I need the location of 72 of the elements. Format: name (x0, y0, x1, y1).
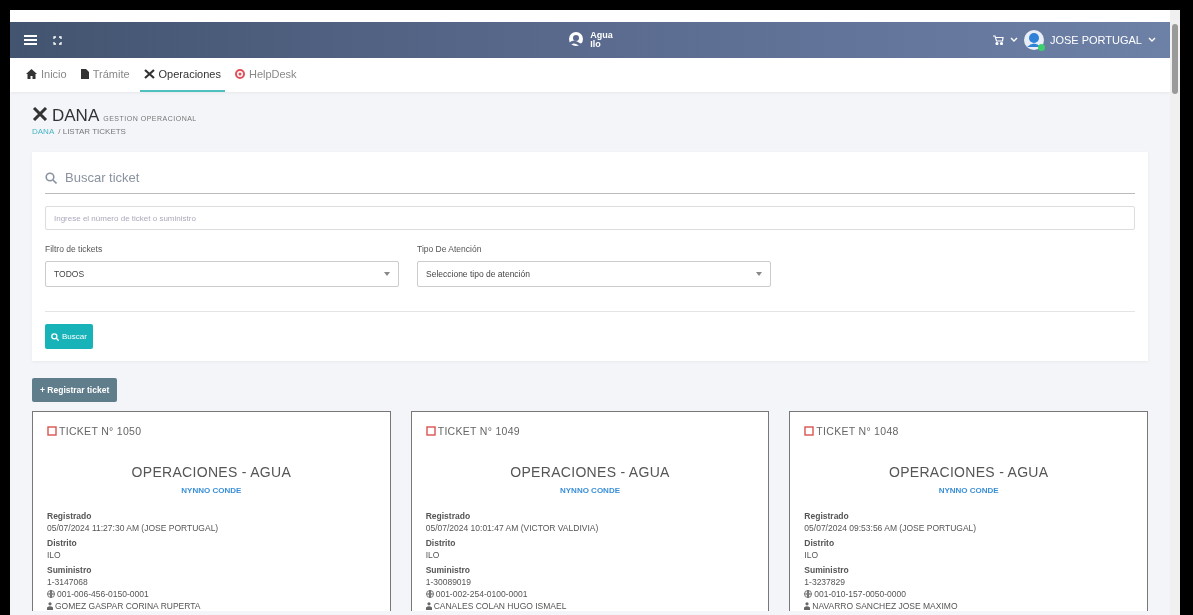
breadcrumb-link[interactable]: DANA (32, 127, 55, 136)
supply-code: 001-006-456-0150-0001 (57, 589, 149, 599)
menu-icon[interactable] (24, 35, 37, 45)
holder-name: GOMEZ GASPAR CORINA RUPERTA (55, 601, 201, 611)
square-icon (804, 426, 815, 436)
holder-name: NAVARRO SANCHEZ JOSE MAXIMO (812, 601, 958, 611)
search-heading: Buscar ticket (65, 170, 140, 185)
nav-tab[interactable]: Trámite (76, 58, 134, 92)
search-icon (51, 332, 59, 341)
nav-tab[interactable]: HelpDesk (230, 58, 301, 92)
search-button[interactable]: Buscar (45, 324, 93, 349)
ticket-area: OPERACIONES - AGUA (804, 464, 1133, 480)
ticket-assignee: NYNNO CONDE (937, 486, 1000, 495)
supply-code: 001-010-157-0050-0000 (814, 589, 907, 599)
field-value: 1-30089019 (425, 577, 473, 587)
fullscreen-icon[interactable] (53, 35, 62, 45)
home-icon (26, 69, 37, 79)
globe-icon (47, 590, 55, 598)
globe-icon (804, 590, 813, 598)
ticket-number: TICKET N° 1050 (59, 425, 142, 437)
person-icon (804, 602, 811, 610)
field-value: 05/07/2024 09:53:56 AM (JOSE PORTUGAL) (804, 523, 978, 533)
cart-icon[interactable] (992, 35, 1004, 45)
field-label: Distrito (804, 538, 836, 548)
field-value: 1-3237829 (804, 577, 846, 587)
field-label: Suministro (425, 565, 472, 575)
field-label: Suministro (804, 565, 850, 575)
chevron-down-icon[interactable] (1148, 37, 1156, 43)
holder-name: CANALES COLAN HUGO ISMAEL (433, 601, 567, 611)
field-label: Filtro de tickets (45, 244, 104, 254)
ticket-area: OPERACIONES - AGUA (425, 464, 755, 480)
field-value: ILO (425, 550, 441, 560)
logo-text: Agua Ilo (590, 31, 613, 49)
file-icon (80, 69, 89, 79)
ticket-area: OPERACIONES - AGUA (47, 464, 376, 480)
page-title: DANA (52, 106, 100, 126)
field-value: 05/07/2024 10:01:47 AM (VICTOR VALDIVIA) (425, 523, 600, 533)
field-label: Tipo De Atención (417, 244, 483, 254)
ticket-number: TICKET N° 1048 (816, 425, 899, 437)
breadcrumb-current: / LISTAR TICKETS (58, 127, 126, 136)
globe-icon (425, 590, 434, 598)
caret-icon (756, 272, 762, 276)
field-value: 1-3147068 (47, 577, 89, 587)
field-label: Distrito (47, 538, 78, 548)
supply-code: 001-002-254-0100-0001 (435, 589, 528, 599)
field-value: ILO (804, 550, 820, 560)
field-label: Registrado (47, 511, 93, 521)
field-label: Distrito (425, 538, 457, 548)
field-value: ILO (47, 550, 62, 560)
ticket-assignee: NYNNO CONDE (559, 486, 621, 495)
field-value: 05/07/2024 11:27:30 AM (JOSE PORTUGAL) (47, 523, 220, 533)
chevron-down-icon[interactable] (1009, 37, 1018, 43)
ticket-number: TICKET N° 1049 (437, 425, 520, 437)
register-ticket-button[interactable]: + Registrar ticket (32, 378, 118, 402)
ticket-assignee: NYNNO CONDE (180, 486, 243, 495)
field-label: Registrado (804, 511, 850, 521)
person-icon (425, 602, 432, 610)
square-icon (47, 426, 57, 436)
scrollbar[interactable] (1170, 10, 1180, 615)
caret-icon (384, 272, 390, 276)
avatar[interactable] (1023, 30, 1044, 50)
nav-tab[interactable]: Inicio (22, 58, 71, 92)
user-name[interactable]: JOSE PORTUGAL (1049, 34, 1142, 46)
square-icon (425, 426, 436, 436)
search-icon (45, 171, 57, 184)
ticket-search-field[interactable]: Ingrese el número de ticket o suministro (45, 206, 1135, 230)
select-field[interactable]: Seleccione tipo de atención (417, 261, 771, 287)
person-icon (47, 602, 53, 610)
nav-tab[interactable]: Operaciones (139, 58, 225, 92)
field-label: Registrado (425, 511, 472, 521)
select-field[interactable]: TODOS (45, 261, 399, 287)
field-label: Suministro (47, 565, 93, 575)
